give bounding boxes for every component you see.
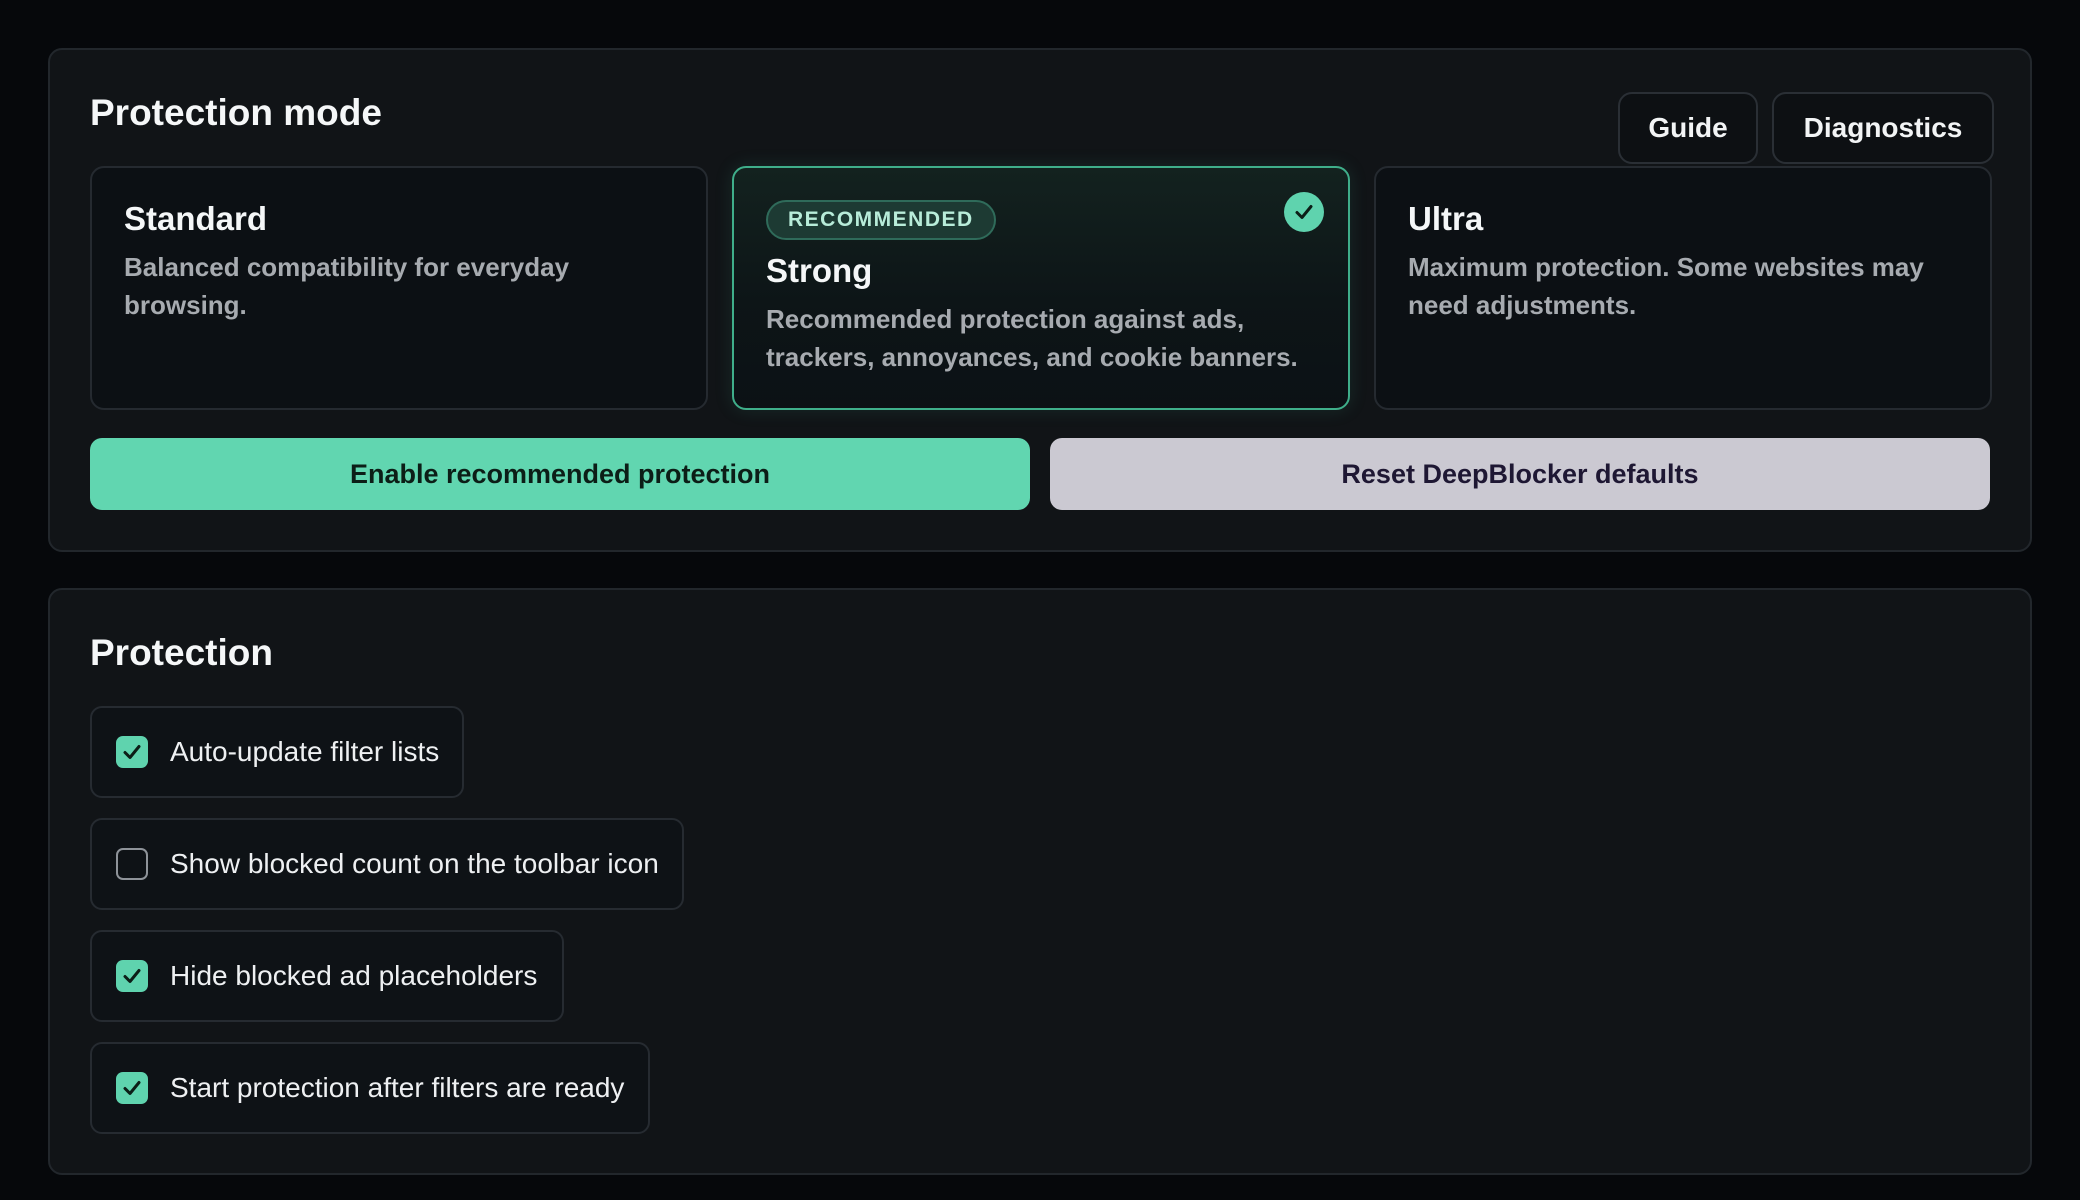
protection-panel: Protection Auto-update filter lists Show… (48, 588, 2032, 1175)
checkmark-icon (1284, 192, 1324, 232)
mode-card-description: Recommended protection against ads, trac… (766, 304, 1298, 372)
mode-card-strong[interactable]: RECOMMENDED Strong Recommended protectio… (732, 166, 1350, 410)
option-label: Start protection after filters are ready (170, 1072, 625, 1103)
option-show-blocked-count[interactable]: Show blocked count on the toolbar icon (90, 818, 684, 910)
mode-card-name: Standard (124, 200, 268, 237)
mode-card-name: Strong (766, 252, 873, 289)
recommended-badge: RECOMMENDED (766, 200, 996, 240)
checkbox-checked-icon[interactable] (116, 736, 148, 768)
protection-mode-title: Protection mode (90, 92, 382, 133)
mode-card-description: Balanced compatibility for everyday brow… (124, 252, 570, 320)
mode-card-description: Maximum protection. Some websites may ne… (1408, 252, 1924, 320)
option-start-after-filters[interactable]: Start protection after filters are ready (90, 1042, 650, 1134)
checkbox-checked-icon[interactable] (116, 1072, 148, 1104)
checkbox-checked-icon[interactable] (116, 960, 148, 992)
option-label: Hide blocked ad placeholders (170, 960, 538, 991)
mode-card-standard[interactable]: Standard Balanced compatibility for ever… (90, 166, 708, 410)
diagnostics-button[interactable]: Diagnostics (1772, 92, 1994, 164)
protection-title: Protection (90, 632, 273, 673)
enable-recommended-button[interactable]: Enable recommended protection (90, 438, 1030, 510)
option-label: Auto-update filter lists (170, 736, 440, 767)
option-label: Show blocked count on the toolbar icon (170, 848, 659, 879)
option-auto-update[interactable]: Auto-update filter lists (90, 706, 464, 798)
guide-button[interactable]: Guide (1618, 92, 1758, 164)
mode-card-ultra[interactable]: Ultra Maximum protection. Some websites … (1374, 166, 1992, 410)
mode-card-name: Ultra (1408, 200, 1484, 237)
reset-defaults-button[interactable]: Reset DeepBlocker defaults (1050, 438, 1990, 510)
checkbox-empty-icon[interactable] (116, 848, 148, 880)
option-hide-placeholders[interactable]: Hide blocked ad placeholders (90, 930, 564, 1022)
protection-mode-panel: Protection mode Guide Diagnostics Standa… (48, 48, 2032, 552)
